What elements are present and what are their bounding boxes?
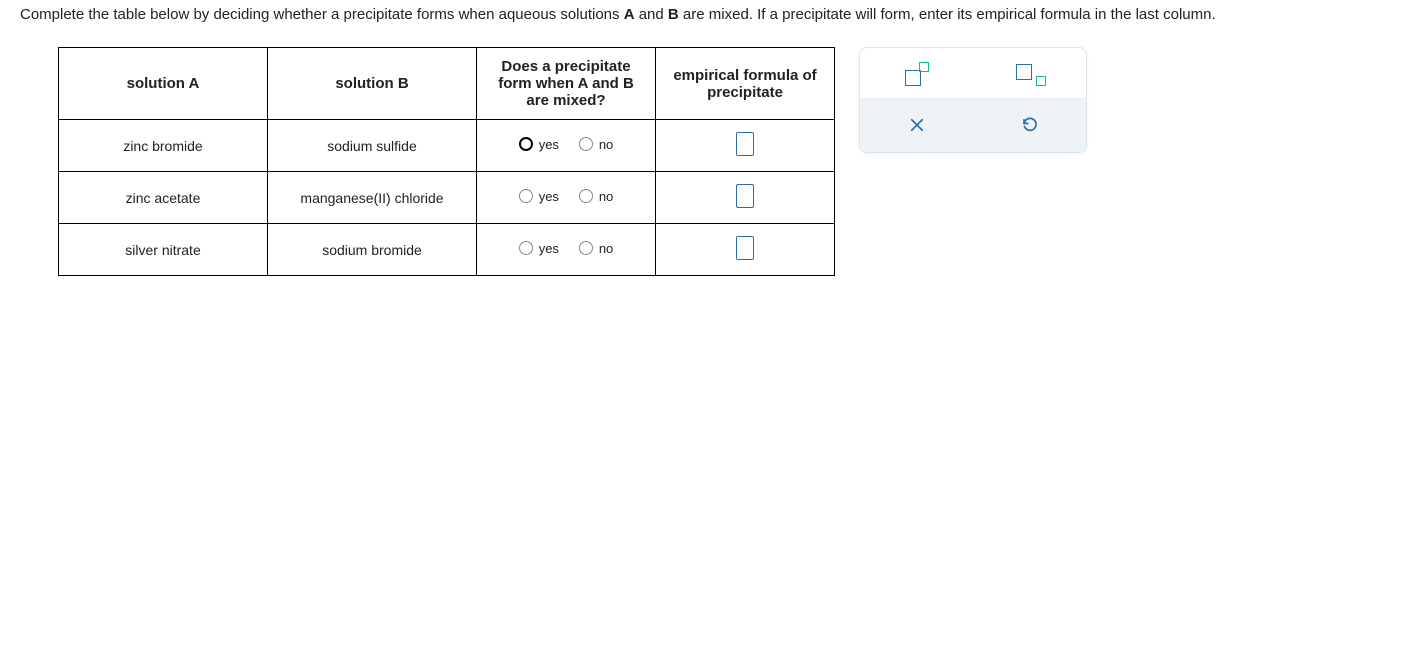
- cell-solution-b: sodium bromide: [268, 224, 477, 276]
- radio-yes[interactable]: yes: [519, 189, 559, 204]
- cell-solution-a: zinc acetate: [59, 172, 268, 224]
- formula-tool-palette: [859, 47, 1087, 153]
- formula-input[interactable]: [736, 132, 754, 156]
- cell-solution-a: zinc bromide: [59, 120, 268, 172]
- header-empirical-formula: empirical formula of precipitate: [656, 48, 835, 120]
- radio-no[interactable]: no: [579, 241, 613, 256]
- subscript-tool[interactable]: [1011, 60, 1049, 90]
- radio-no[interactable]: no: [579, 189, 613, 204]
- header-solution-b: solution B: [268, 48, 477, 120]
- reset-button[interactable]: [1011, 110, 1049, 140]
- cell-yes-no: yes no: [477, 120, 656, 172]
- cell-solution-b: manganese(II) chloride: [268, 172, 477, 224]
- formula-input[interactable]: [736, 184, 754, 208]
- cell-yes-no: yes no: [477, 172, 656, 224]
- table-row: silver nitrate sodium bromide yes no: [59, 224, 835, 276]
- instructions-text: Complete the table below by deciding whe…: [0, 0, 1427, 33]
- header-solution-a: solution A: [59, 48, 268, 120]
- clear-button[interactable]: [898, 110, 936, 140]
- cell-solution-b: sodium sulfide: [268, 120, 477, 172]
- radio-no[interactable]: no: [579, 137, 613, 152]
- formula-input[interactable]: [736, 236, 754, 260]
- radio-yes[interactable]: yes: [519, 137, 559, 152]
- cell-yes-no: yes no: [477, 224, 656, 276]
- radio-yes[interactable]: yes: [519, 241, 559, 256]
- precipitate-table: solution A solution B Does a precipitate…: [58, 47, 835, 276]
- table-row: zinc bromide sodium sulfide yes no: [59, 120, 835, 172]
- table-row: zinc acetate manganese(II) chloride yes …: [59, 172, 835, 224]
- superscript-tool[interactable]: [898, 60, 936, 90]
- cell-solution-a: silver nitrate: [59, 224, 268, 276]
- header-precipitate-forms: Does a precipitate form when A and B are…: [477, 48, 656, 120]
